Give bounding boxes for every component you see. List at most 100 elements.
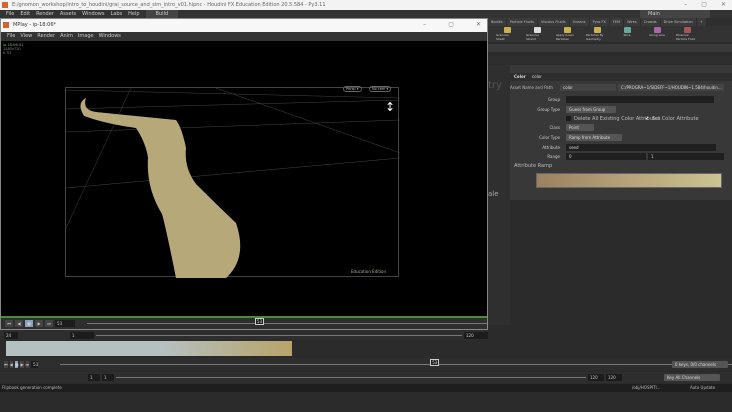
stop-button[interactable]: ■ <box>14 360 19 368</box>
color-type-label: Color Type <box>539 135 560 140</box>
maximize-button[interactable]: ▢ <box>701 0 707 10</box>
path-bar[interactable] <box>488 56 732 64</box>
main-playbar: ⏮ ◀ ■ ▶ ⏭ 53 53 <box>0 358 732 370</box>
mplay-range-slider[interactable] <box>96 334 462 336</box>
menu-view[interactable]: View <box>20 32 32 41</box>
color-type-select[interactable]: Ramp from Attribute <box>566 134 622 141</box>
range-min-field[interactable]: 0 <box>566 153 646 160</box>
stop-button[interactable]: ■ <box>25 320 33 327</box>
delete-attrs-checkbox[interactable] <box>566 116 571 121</box>
fps-field[interactable]: 24 <box>4 331 18 339</box>
shelf-tool[interactable]: Particles By Geometry <box>586 26 608 42</box>
image-viewer[interactable]: ip-18:06:41 1280x720 fr 53 Education Edi… <box>1 41 487 318</box>
mplay-title: MPlay - ip-18:06* <box>1 19 487 32</box>
minimize-button[interactable]: – <box>684 0 687 10</box>
minimize-button[interactable]: – <box>423 20 426 32</box>
timeline-slider[interactable]: 53 <box>60 358 732 366</box>
first-frame-button[interactable]: ⏮ <box>5 320 13 327</box>
shelf-tool[interactable]: Slice <box>616 26 638 42</box>
class-select[interactable]: Point <box>566 124 594 131</box>
node-name[interactable]: color <box>532 73 542 81</box>
group-field[interactable] <box>566 96 714 103</box>
add-shelf-tab[interactable]: + <box>696 18 706 26</box>
first-frame-button[interactable]: ⏮ <box>4 360 8 368</box>
shelf-tab[interactable]: Oceans <box>569 18 589 26</box>
step-back-button[interactable]: ◀ <box>9 360 13 368</box>
timeline-cursor[interactable]: 53 <box>430 358 440 366</box>
class-label: Class <box>549 125 560 130</box>
shelf-tab[interactable]: Pyro FX <box>589 18 609 26</box>
close-button[interactable]: ✕ <box>476 20 481 32</box>
mplay-window: MPlay - ip-18:06* – ▢ ✕ File View Render… <box>0 18 488 330</box>
group-label: Group <box>547 97 560 102</box>
end-field[interactable]: 120 <box>464 331 488 339</box>
start2-field[interactable]: 1 <box>102 374 114 381</box>
tool-label: Particles By Geometry <box>586 33 604 41</box>
persp-menu[interactable]: Persp ▾ <box>343 86 362 92</box>
shelf-tool[interactable]: Granular Strand <box>526 26 548 42</box>
update-mode-select[interactable]: Auto Update <box>690 384 715 392</box>
pane-tabs <box>488 44 732 52</box>
object-path-select[interactable]: /obj/HOSPITI... <box>632 384 661 392</box>
color-ramp[interactable] <box>536 173 722 188</box>
shelf-tab[interactable]: Particle Fluids <box>506 18 537 26</box>
start-field[interactable]: 1 <box>88 374 100 381</box>
last-frame-button[interactable]: ⏭ <box>45 320 53 327</box>
shelf-tab[interactable]: Crowds <box>640 18 660 26</box>
status-message: Flipbook generation complete <box>2 385 62 390</box>
play-button[interactable]: ▶ <box>35 320 43 327</box>
keys-status: 0 keys, 0/0 channels <box>672 361 728 368</box>
image-info: ip-18:06:41 1280x720 fr 53 <box>3 43 23 55</box>
mplay-timeline[interactable]: 53 <box>87 318 487 325</box>
group-type-label: Group Type <box>537 107 560 112</box>
asset-label: Asset Name and Path <box>510 85 553 90</box>
menu-image[interactable]: Image <box>78 32 94 41</box>
attribute-field[interactable]: seed <box>566 144 716 151</box>
set-color-label: Set Color Attribute <box>652 116 699 122</box>
backdrop-text: ale <box>488 190 499 198</box>
end-field[interactable]: 120 <box>588 374 604 381</box>
range-slider[interactable] <box>116 377 586 378</box>
menu-anim[interactable]: Anim <box>60 32 73 41</box>
shelf-tool[interactable]: Granular Sheet <box>496 26 518 42</box>
shelf-tool[interactable]: Dissolve Particle Fluid <box>676 26 698 42</box>
attribute-label: Attribute <box>542 145 560 150</box>
frame-field[interactable]: 53 <box>31 360 39 368</box>
vertical-arrow-icon: ↕ <box>385 100 396 114</box>
window-controls: – ▢ ✕ <box>684 0 726 10</box>
shelf-tab[interactable]: Viscous Fluids <box>538 18 569 26</box>
maximize-button[interactable]: ▢ <box>448 20 454 32</box>
menu-file[interactable]: File <box>7 32 15 41</box>
mplay-timeline-cursor[interactable]: 53 <box>255 318 265 325</box>
mplay-icon <box>3 22 9 28</box>
mplay-playbar: ⏮ ◀ ■ ▶ ⏭ 53 53 <box>1 318 487 329</box>
shelf-tab[interactable]: FEM <box>609 18 624 26</box>
camera-menu[interactable]: No cam ▾ <box>369 86 392 92</box>
key-all-select[interactable]: Key All Channels <box>664 374 720 381</box>
menu-render[interactable]: Render <box>37 32 55 41</box>
shelf-tab[interactable]: Drive Simulation <box>660 18 696 26</box>
grain-render: Education Edition <box>65 87 401 278</box>
shelf-tools: Granular Sheet Granular Strand Apply Gra… <box>488 26 732 42</box>
asset-path-select[interactable]: C:/PROGRA~1/SIDEFF~1/HOUDIN~1.584/houdin… <box>618 84 724 91</box>
shelf-tab[interactable]: Wires <box>624 18 640 26</box>
close-button[interactable]: ✕ <box>721 0 726 10</box>
frame-field[interactable]: 53 <box>55 320 75 327</box>
shelf-tool[interactable]: Apply Grain Particles <box>556 26 578 42</box>
menu-windows[interactable]: Windows <box>99 32 121 41</box>
group-type-select[interactable]: Guess from Group <box>566 106 616 113</box>
range-max-field[interactable]: 1 <box>648 153 724 160</box>
step-back-button[interactable]: ◀ <box>15 320 23 327</box>
tool-label: Granular Strand <box>526 33 540 41</box>
shelf-tool[interactable]: Along Line <box>646 26 668 42</box>
asset-name-select[interactable]: color <box>560 84 616 91</box>
start-field[interactable]: 1 <box>70 331 94 339</box>
shelf-tab[interactable]: Bodies <box>488 18 506 26</box>
set-color-checkbox[interactable]: ✔ <box>645 115 649 123</box>
end2-field[interactable]: 120 <box>606 374 622 381</box>
edition-watermark: Education Edition <box>351 269 386 274</box>
play-button[interactable]: ▶ <box>20 360 24 368</box>
main-desk-select[interactable]: Main <box>640 10 710 18</box>
mplay-range-bar: 24 1 120 <box>0 330 488 340</box>
last-frame-button[interactable]: ⏭ <box>25 360 30 368</box>
